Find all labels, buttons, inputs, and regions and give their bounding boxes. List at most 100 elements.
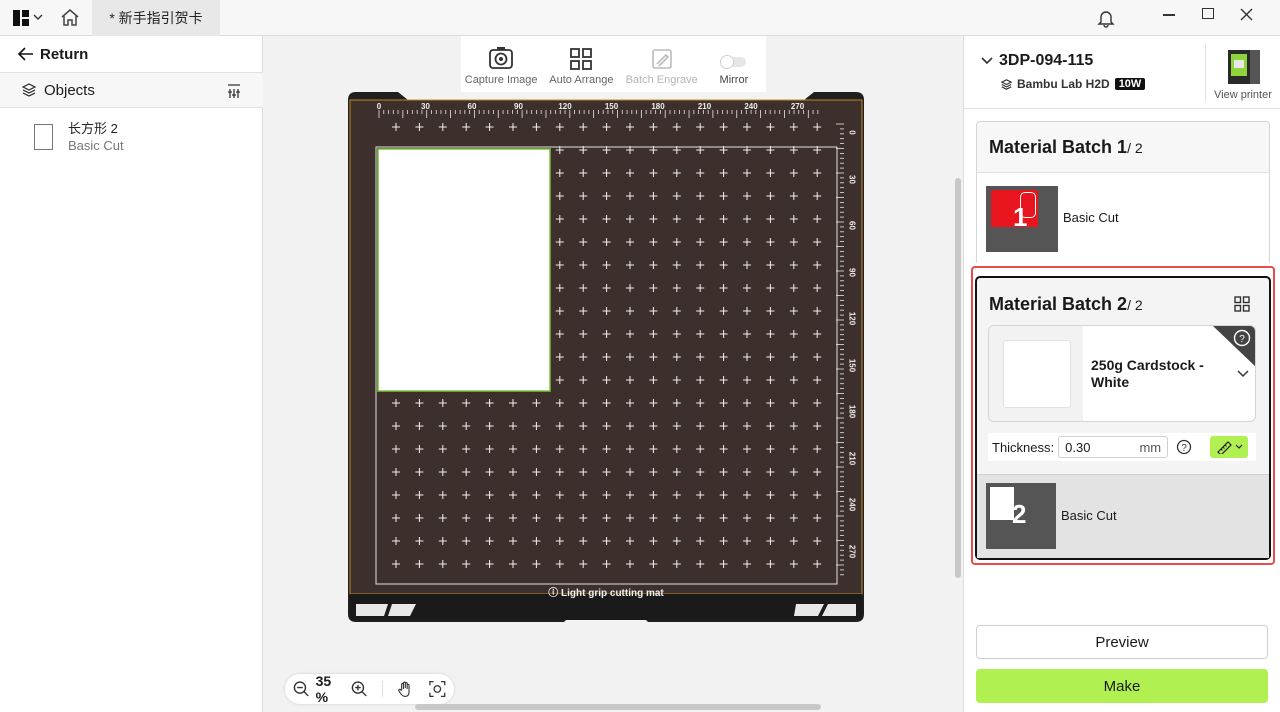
- objects-label: Objects: [44, 81, 95, 99]
- objects-header: Objects: [0, 72, 263, 108]
- ruler-tick-label: 120: [847, 311, 857, 326]
- batch-1-count: / 2: [1127, 140, 1143, 156]
- ruler-tick-label: 240: [847, 497, 857, 512]
- help-corner-icon[interactable]: ?: [1213, 326, 1256, 368]
- batch-1-title: Material Batch 1/ 2: [989, 137, 1143, 158]
- power-badge: 10W: [1114, 78, 1146, 90]
- mirror-toggle[interactable]: Mirror: [702, 36, 766, 92]
- batch-1-op[interactable]: 1 Basic Cut: [977, 172, 1269, 265]
- ruler-tick-label: 60: [467, 102, 477, 111]
- zoom-control: 35 %: [285, 673, 454, 705]
- mat-label: ⓘ Light grip cutting mat: [548, 588, 664, 599]
- batch-2-title-text: Material Batch 2: [989, 294, 1128, 314]
- grid-icon: [570, 48, 593, 70]
- view-printer-button[interactable]: View printer: [1210, 42, 1280, 104]
- batch-2-op-label: Basic Cut: [1061, 508, 1117, 523]
- material-line-1: 250g Cardstock -: [1091, 357, 1204, 373]
- camera-icon: [489, 47, 514, 69]
- batch-engrave-button[interactable]: Batch Engrave: [622, 36, 702, 92]
- preview-label: Preview: [1095, 633, 1149, 651]
- ruler-tick-label: 150: [604, 102, 619, 111]
- ruler-icon: [1216, 441, 1232, 454]
- minimize-icon[interactable]: [1163, 14, 1175, 16]
- material-swatch: [989, 326, 1083, 421]
- printer-icon: [1228, 50, 1260, 84]
- vertical-scrollbar[interactable]: [955, 178, 961, 578]
- chevron-down-icon: [1237, 370, 1249, 378]
- capture-image-button[interactable]: Capture Image: [461, 36, 541, 92]
- object-type: Basic Cut: [68, 138, 124, 153]
- ruler-tick-label: 270: [847, 544, 857, 558]
- batch-2-title: Material Batch 2/ 2: [989, 294, 1143, 315]
- batch-2-number: 2: [1012, 499, 1027, 529]
- mirror-label: Mirror: [719, 74, 749, 86]
- sort-icon[interactable]: [227, 83, 241, 99]
- auto-arrange-button[interactable]: Auto Arrange: [541, 36, 621, 92]
- return-button[interactable]: Return: [18, 44, 88, 64]
- thickness-input[interactable]: 0.30 mm: [1058, 436, 1169, 458]
- batch-1-title-text: Material Batch 1: [989, 137, 1128, 157]
- chevron-down-icon[interactable]: [33, 13, 43, 21]
- home-icon[interactable]: [60, 8, 80, 27]
- zoom-out-icon[interactable]: [293, 680, 310, 698]
- zoom-in-icon[interactable]: [351, 680, 368, 698]
- tab-title: * 新手指引贺卡: [109, 10, 203, 26]
- ruler-tick-label: 270: [790, 102, 805, 111]
- object-name: 长方形 2: [68, 121, 118, 136]
- ruler-tick-label: 150: [847, 358, 857, 372]
- ruler-tick-label: 210: [847, 451, 857, 465]
- ruler-tick-label: 180: [847, 404, 857, 419]
- fit-view-icon[interactable]: [429, 680, 446, 698]
- chevron-down-icon: [981, 57, 993, 65]
- layers-icon: [1001, 78, 1012, 90]
- batch-panel: 3DP-094-115 Bambu Lab H2D 10W View print…: [963, 36, 1280, 712]
- capture-label: Capture Image: [464, 74, 538, 86]
- make-label: Make: [1103, 677, 1141, 695]
- objects-panel: Return Objects 长方形 2 Basic Cut: [0, 36, 263, 712]
- rectangle-icon: [34, 124, 53, 150]
- printer-name: 3DP-094-115: [999, 52, 1094, 69]
- make-button[interactable]: Make: [976, 669, 1268, 703]
- app-logo-icon[interactable]: [13, 10, 29, 26]
- material-batch-1[interactable]: Material Batch 1/ 2 1 Basic Cut: [976, 121, 1270, 265]
- zoom-value: 35 %: [315, 673, 332, 705]
- return-label: Return: [40, 45, 89, 63]
- ruler-tick-label: 60: [847, 221, 857, 230]
- thickness-value: 0.30: [1065, 439, 1091, 455]
- mat-label-text: Light grip cutting mat: [561, 588, 664, 599]
- ruler-tick-label: 30: [421, 102, 430, 111]
- ruler-tick-label: 0: [847, 130, 857, 135]
- chevron-down-icon: [1235, 444, 1243, 449]
- list-item[interactable]: 长方形 2 Basic Cut: [34, 118, 254, 158]
- ruler-tick-label: 210: [697, 102, 712, 111]
- batch-1-op-label: Basic Cut: [1063, 210, 1119, 225]
- preview-button[interactable]: Preview: [976, 625, 1268, 659]
- measure-button[interactable]: [1210, 436, 1249, 458]
- maximize-icon[interactable]: [1202, 8, 1214, 19]
- title-bar: * 新手指引贺卡: [0, 0, 1280, 36]
- arrow-left-icon: [18, 47, 33, 61]
- thickness-row: Thickness: 0.30 mm ?: [988, 433, 1256, 461]
- material-name: 250g Cardstock - White: [1091, 357, 1204, 391]
- grid-icon[interactable]: [1234, 296, 1250, 312]
- tab-document[interactable]: * 新手指引贺卡: [92, 0, 220, 36]
- material-selector[interactable]: 250g Cardstock - White ?: [988, 325, 1256, 422]
- printer-selector[interactable]: 3DP-094-115 Bambu Lab H2D 10W View print…: [964, 36, 1280, 109]
- hand-pan-icon[interactable]: [397, 680, 414, 698]
- close-icon[interactable]: [1240, 8, 1253, 21]
- batch-1-number: 1: [1013, 202, 1028, 232]
- svg-text:?: ?: [1239, 334, 1245, 345]
- engrave-label: Batch Engrave: [625, 74, 698, 86]
- horizontal-scrollbar[interactable]: [415, 704, 821, 710]
- arrange-label: Auto Arrange: [549, 74, 614, 86]
- layers-icon: [22, 83, 36, 97]
- batch-2-thumbnail: 2: [986, 483, 1056, 549]
- material-batch-2[interactable]: Material Batch 2/ 2 250g Cardstock - Whit…: [975, 276, 1271, 560]
- ruler-tick-label: 240: [744, 102, 758, 111]
- material-line-2: White: [1091, 374, 1130, 390]
- batch-2-op[interactable]: 2 Basic Cut: [977, 474, 1269, 558]
- bell-icon[interactable]: [1097, 9, 1115, 28]
- thickness-label: Thickness:: [992, 439, 1055, 455]
- ruler-tick-label: 0: [376, 102, 382, 111]
- help-icon[interactable]: ?: [1176, 439, 1192, 455]
